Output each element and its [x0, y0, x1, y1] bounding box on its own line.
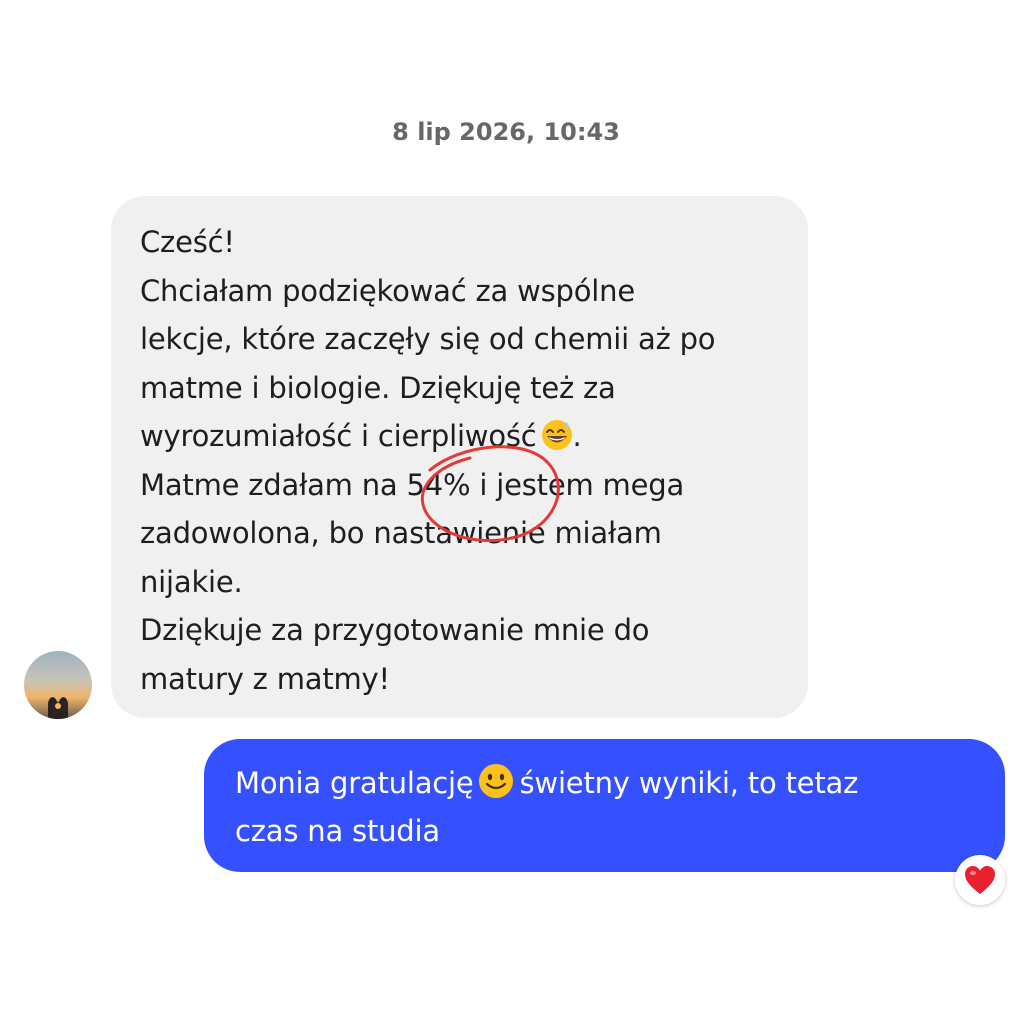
incoming-message-line: zadowolona, bo nastawienie miałam: [140, 516, 662, 550]
outgoing-message-bubble[interactable]: Monia gratulację świetny wyniki, to teta…: [204, 739, 1005, 872]
slightly-smiling-emoji-icon: [477, 762, 515, 800]
incoming-message-line-with-emoji: wyrozumiałość i cierpliwość .: [140, 412, 780, 461]
incoming-message-line: matme i biologie. Dziękuję też za: [140, 370, 616, 405]
incoming-message-text: wyrozumiałość i cierpliwość: [140, 419, 537, 453]
incoming-message-line: Chciałam podziękować za wspólne: [140, 273, 635, 308]
grinning-sweat-emoji-icon: [541, 417, 573, 450]
outgoing-message-text: Monia gratulację: [235, 766, 474, 800]
sender-avatar[interactable]: [24, 651, 92, 719]
outgoing-message-line: czas na studia: [235, 814, 440, 848]
outgoing-message-line-with-emoji: Monia gratulację świetny wyniki, to teta…: [235, 759, 975, 807]
incoming-message-line: Matme zdałam na 54% i jestem mega: [140, 467, 685, 502]
message-reaction[interactable]: [955, 855, 1005, 905]
incoming-message-line: nijakie.: [140, 564, 243, 599]
incoming-message-line: Dziękuje za przygotowanie mnie do: [140, 613, 650, 647]
incoming-message-text: .: [572, 419, 582, 453]
incoming-message-line: Cześć!: [140, 225, 235, 259]
incoming-message-line: lekcje, które zaczęły się od chemii aż p…: [140, 322, 716, 356]
outgoing-message-text: świetny wyniki, to tetaz: [519, 766, 859, 800]
incoming-message-bubble[interactable]: Cześć! Chciałam podziękować za wspólne l…: [111, 196, 808, 718]
message-timestamp: 8 lip 2026, 10:43: [392, 118, 620, 146]
heart-icon: [965, 866, 995, 894]
incoming-message-line: matury z matmy!: [140, 661, 390, 696]
